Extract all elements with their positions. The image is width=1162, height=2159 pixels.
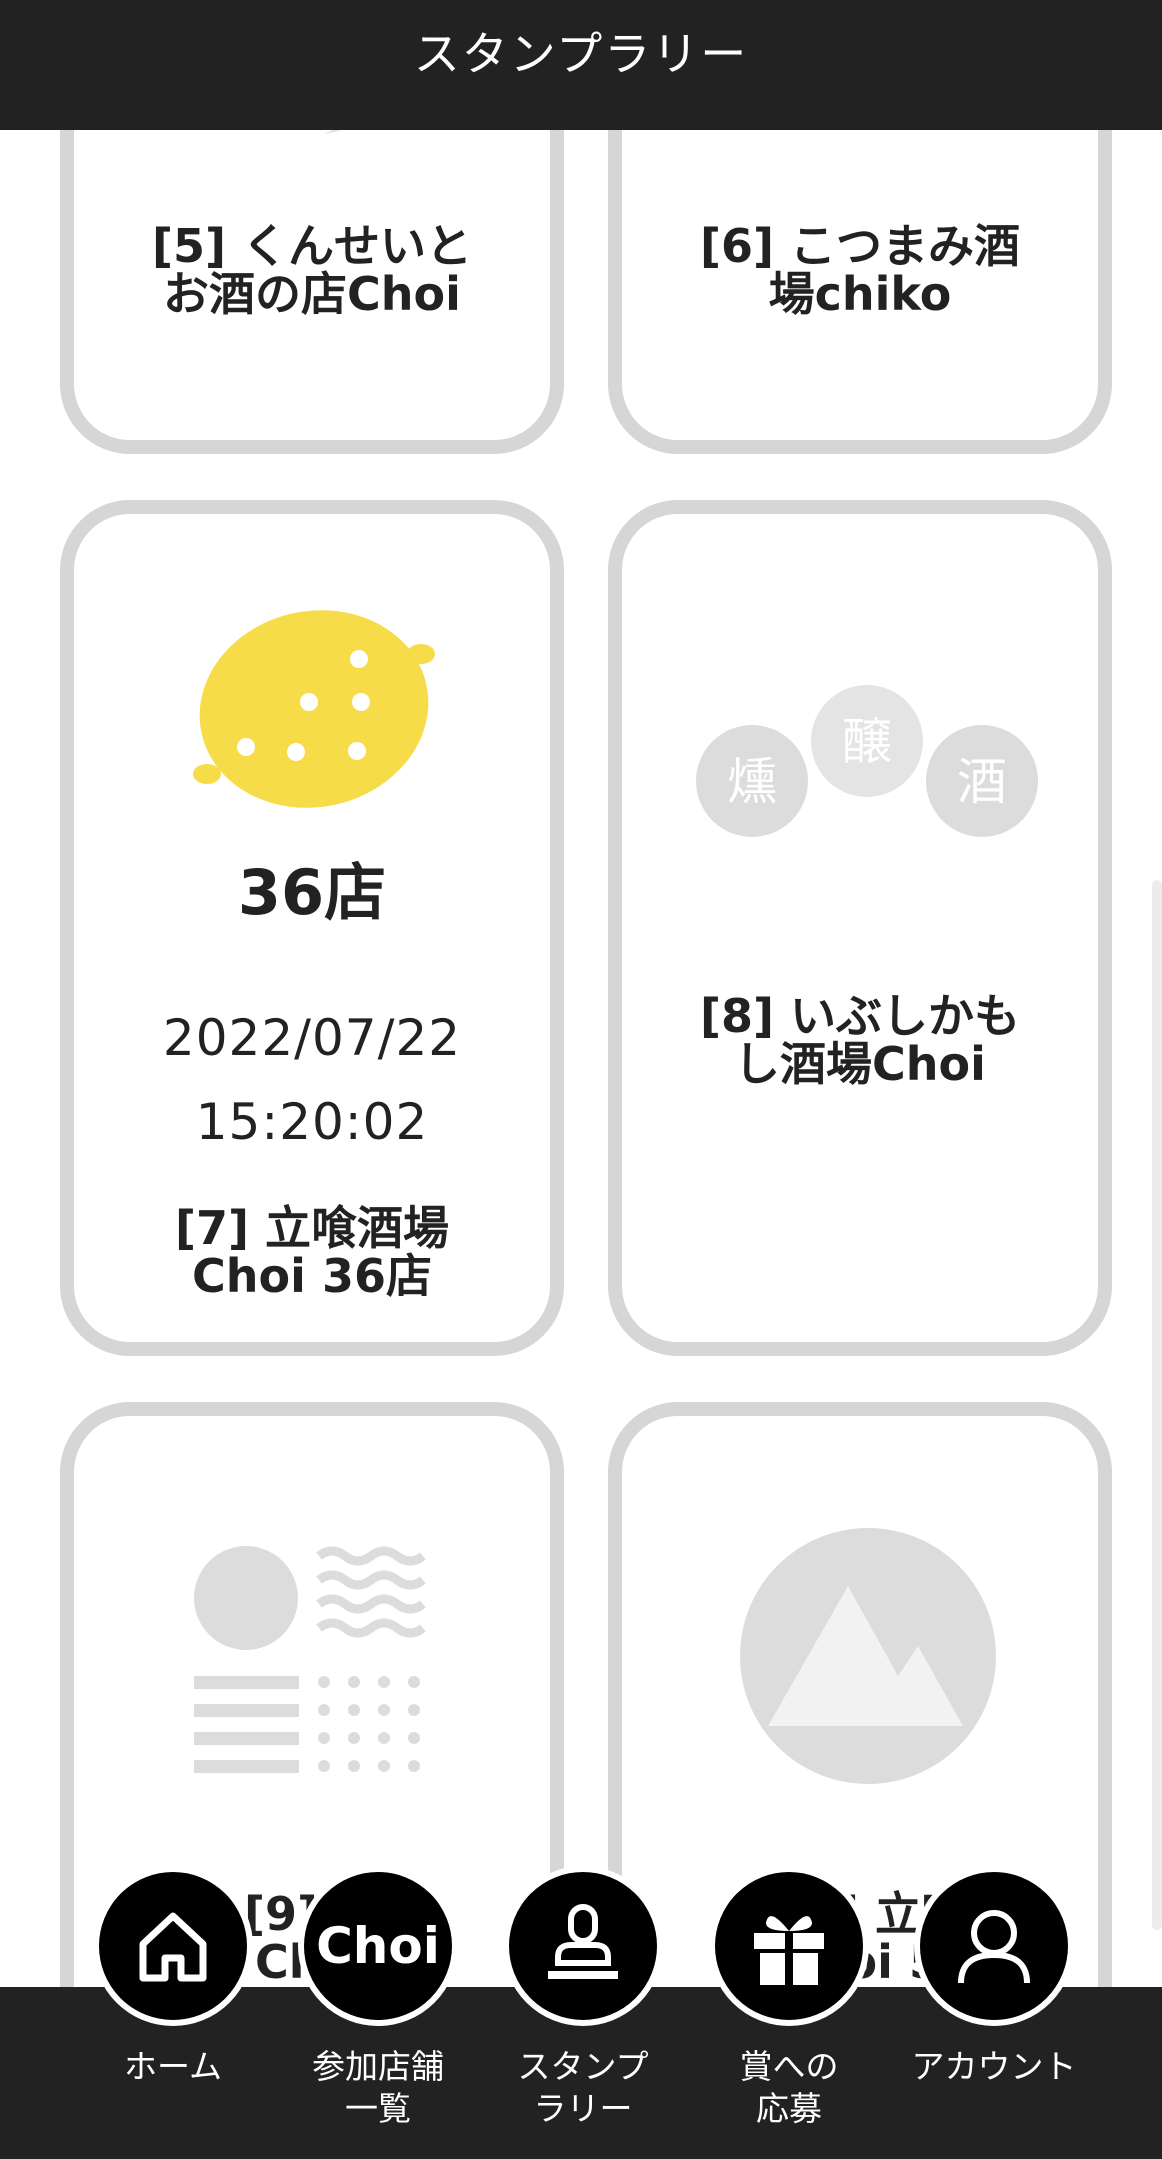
nav-stamp-rally-button[interactable] — [503, 1866, 663, 2026]
header-bar: スタンプラリー — [0, 0, 1162, 130]
stamp-icon — [548, 1904, 618, 1979]
nav-home-button[interactable] — [93, 1866, 253, 2026]
nav-account-button[interactable] — [914, 1866, 1074, 2026]
stamp-card-name: [5] くんせいと お酒の店Choi — [151, 219, 473, 321]
stamp-card-name: [6] こつまみ酒 場chiko — [699, 219, 1021, 321]
kun-jou-sake-circles-icon: 燻 醸 酒 — [696, 685, 1038, 837]
svg-text:酒: 酒 — [957, 753, 1007, 811]
nav-account[interactable]: アカウント — [908, 1866, 1080, 2156]
page-title: スタンプラリー — [413, 27, 749, 81]
stamp-card-name: [8] いぶしかも し酒場Choi — [699, 989, 1021, 1091]
nav-stamp-rally[interactable]: スタンプ ラリー — [497, 1866, 669, 2156]
svg-text:燻: 燻 — [727, 753, 777, 811]
mountain-icon — [740, 1528, 996, 1784]
nav-prize-entry-label: 賞への 応募 — [739, 2047, 839, 2128]
nav-shop-list-button[interactable]: Choi — [298, 1866, 458, 2026]
home-icon — [139, 1912, 207, 1982]
nav-home-label: ホーム — [123, 2047, 222, 2086]
stamp-card-8[interactable]: 燻 醸 酒 [8] いぶしかも し酒場Choi — [608, 500, 1112, 1356]
nav-shop-list-label: 参加店舗 一覧 — [312, 2047, 444, 2128]
gift-icon — [754, 1916, 824, 1985]
stamp-card-name: [7] 立喰酒場 Choi 36店 — [174, 1201, 450, 1303]
choi-logo-icon: Choi — [316, 1917, 440, 1975]
lemon-icon — [193, 610, 435, 808]
nav-prize-entry-button[interactable] — [709, 1866, 869, 2026]
nav-stamp-rally-label: スタンプ ラリー — [517, 2047, 649, 2128]
nav-home[interactable]: ホーム — [87, 1866, 259, 2156]
stamp-grid: [5] くんせいと お酒の店Choi [6] こつまみ酒 場chiko 36店 … — [0, 0, 1162, 2159]
person-icon — [958, 1910, 1030, 1984]
nav-prize-entry[interactable]: 賞への 応募 — [703, 1866, 875, 2156]
pattern-circle-waves-icon — [194, 1546, 426, 1773]
nav-account-label: アカウント — [911, 2047, 1077, 2086]
stamp-date: 2022/07/22 — [162, 1009, 462, 1067]
stamp-card-7[interactable]: 36店 2022/07/22 15:20:02 [7] 立喰酒場 Choi 36… — [60, 500, 564, 1356]
stamp-time: 15:20:02 — [195, 1093, 429, 1151]
svg-text:醸: 醸 — [842, 713, 892, 771]
stamp-shop-label: 36店 — [237, 856, 387, 929]
scrollbar[interactable] — [1152, 880, 1162, 1930]
nav-shop-list[interactable]: Choi 参加店舗 一覧 — [292, 1866, 464, 2156]
